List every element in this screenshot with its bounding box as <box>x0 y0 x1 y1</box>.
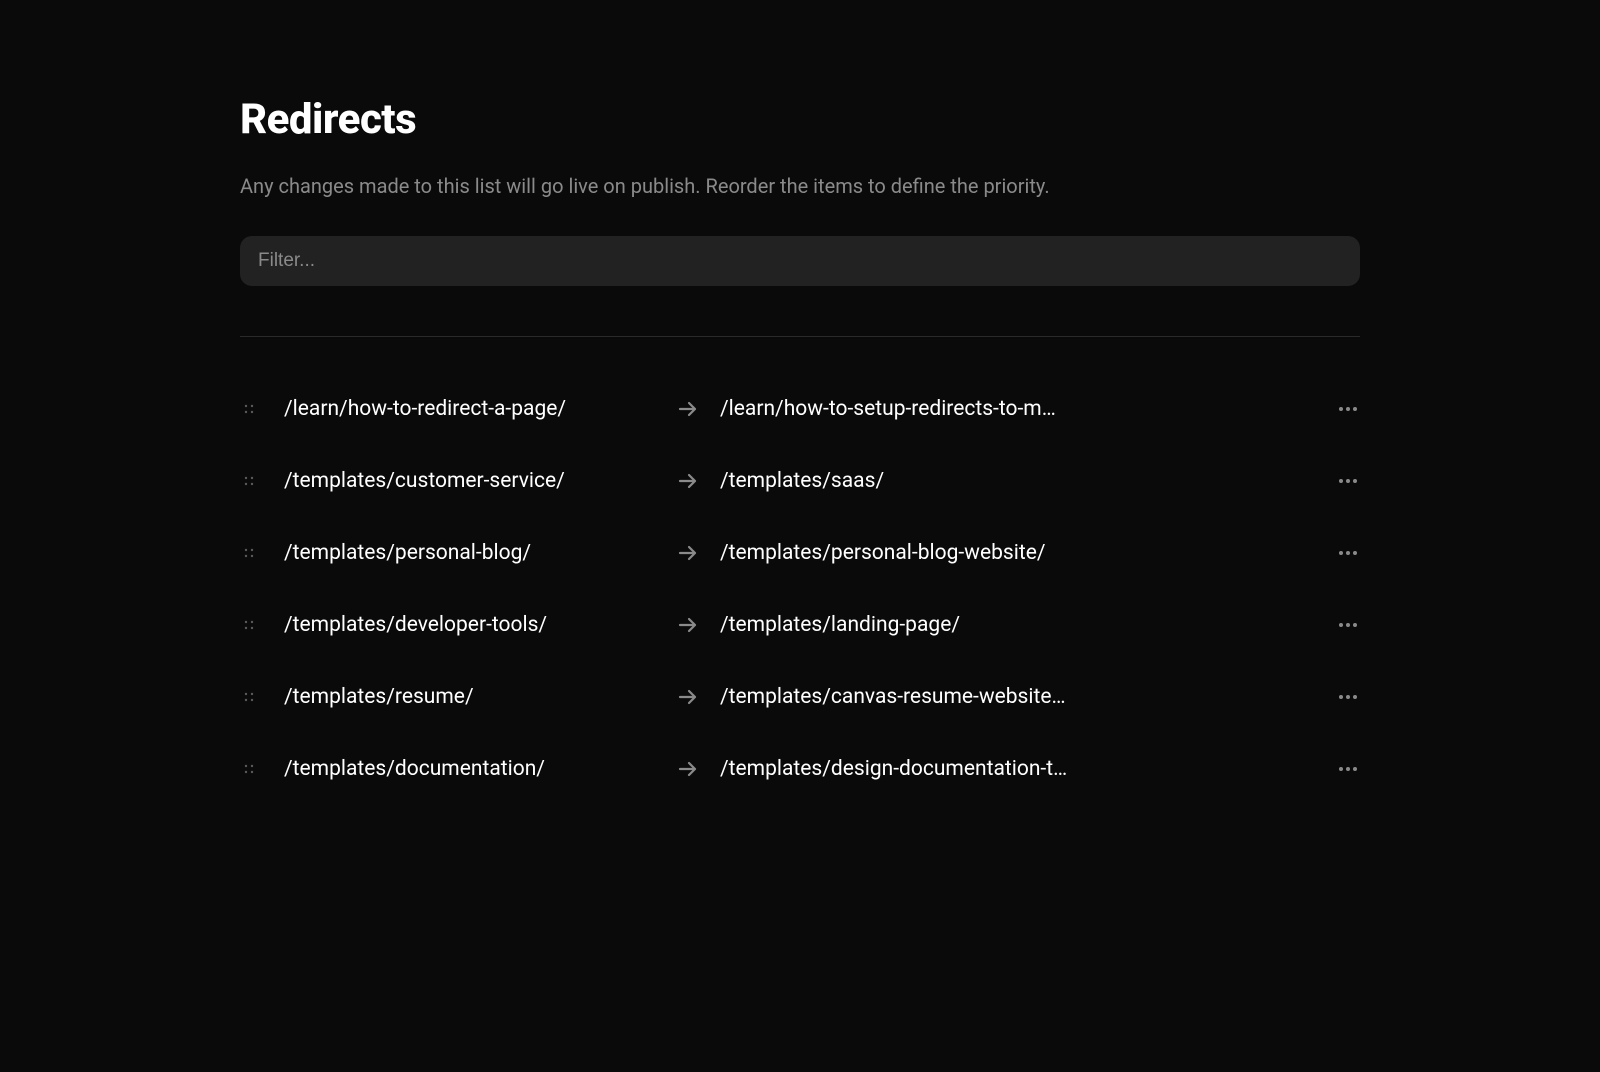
drag-handle-icon[interactable] <box>240 760 284 778</box>
redirect-to-path: /learn/how-to-setup-redirects-to-m… <box>720 397 1316 421</box>
more-options-icon[interactable] <box>1316 541 1360 565</box>
redirect-to-path: /templates/personal-blog-website/ <box>720 541 1316 565</box>
redirect-row: /templates/resume/ /templates/canvas-resu… <box>240 685 1360 709</box>
arrow-right-icon <box>676 397 720 421</box>
more-options-icon[interactable] <box>1316 757 1360 781</box>
redirect-to-path: /templates/landing-page/ <box>720 613 1316 637</box>
redirect-to-path: /templates/saas/ <box>720 469 1316 493</box>
more-options-icon[interactable] <box>1316 397 1360 421</box>
more-options-icon[interactable] <box>1316 613 1360 637</box>
redirect-from-path: /templates/personal-blog/ <box>284 541 676 565</box>
drag-handle-icon[interactable] <box>240 544 284 562</box>
divider <box>240 336 1360 337</box>
arrow-right-icon <box>676 613 720 637</box>
drag-handle-icon[interactable] <box>240 688 284 706</box>
redirect-to-path: /templates/canvas-resume-website… <box>720 685 1316 709</box>
more-options-icon[interactable] <box>1316 685 1360 709</box>
redirect-row: /templates/personal-blog/ /templates/pers… <box>240 541 1360 565</box>
redirect-from-path: /templates/resume/ <box>284 685 676 709</box>
drag-handle-icon[interactable] <box>240 616 284 634</box>
redirect-to-path: /templates/design-documentation-t… <box>720 757 1316 781</box>
arrow-right-icon <box>676 541 720 565</box>
redirect-row: /templates/customer-service/ /templates/s… <box>240 469 1360 493</box>
redirect-row: /templates/documentation/ /templates/desi… <box>240 757 1360 781</box>
arrow-right-icon <box>676 469 720 493</box>
redirect-from-path: /templates/documentation/ <box>284 757 676 781</box>
drag-handle-icon[interactable] <box>240 472 284 490</box>
more-options-icon[interactable] <box>1316 469 1360 493</box>
redirect-row: /learn/how-to-redirect-a-page/ /learn/how… <box>240 397 1360 421</box>
redirect-list: /learn/how-to-redirect-a-page/ /learn/how… <box>240 397 1360 781</box>
drag-handle-icon[interactable] <box>240 400 284 418</box>
redirect-from-path: /learn/how-to-redirect-a-page/ <box>284 397 676 421</box>
arrow-right-icon <box>676 757 720 781</box>
redirect-from-path: /templates/developer-tools/ <box>284 613 676 637</box>
filter-input[interactable] <box>240 236 1360 286</box>
page-title: Redirects <box>240 95 1360 144</box>
redirect-from-path: /templates/customer-service/ <box>284 469 676 493</box>
redirect-row: /templates/developer-tools/ /templates/la… <box>240 613 1360 637</box>
arrow-right-icon <box>676 685 720 709</box>
page-description: Any changes made to this list will go li… <box>240 172 1360 200</box>
